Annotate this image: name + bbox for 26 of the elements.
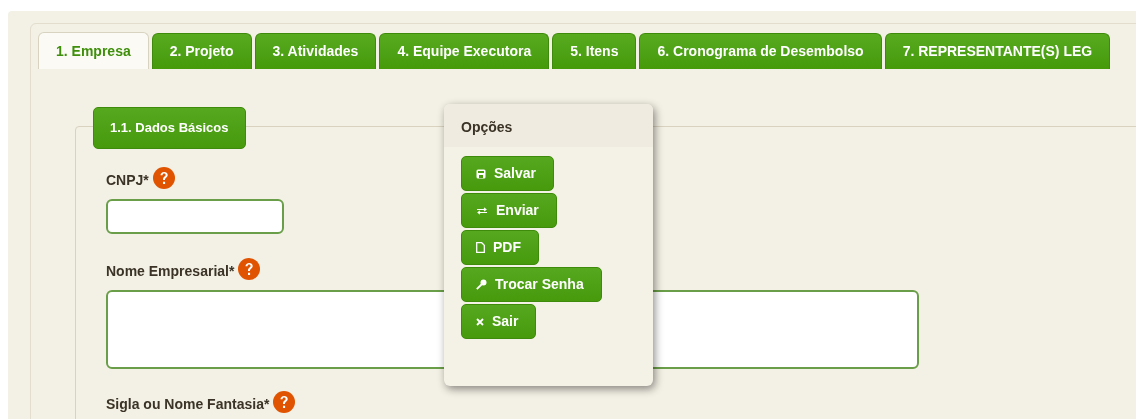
tab[interactable]: 5. Itens [552, 33, 637, 69]
menu-button[interactable]: PDF [461, 230, 539, 265]
help-icon[interactable] [273, 391, 296, 413]
menu-button[interactable]: Salvar [461, 156, 555, 191]
key-icon [476, 279, 487, 290]
save-icon [476, 168, 486, 179]
popup-title: Opções [461, 118, 513, 137]
field-label: Sigla ou Nome Fantasia* [106, 395, 270, 413]
tab[interactable]: 6. Cronograma de Desembolso [639, 33, 882, 69]
menu-button[interactable]: Sair [461, 304, 537, 339]
help-icon[interactable] [152, 167, 175, 189]
tab[interactable]: 2. Projeto [151, 33, 252, 69]
file-icon [476, 242, 485, 253]
tab[interactable]: 4. Equipe Executora [379, 33, 550, 69]
menu-button[interactable]: Enviar [461, 193, 557, 228]
tab[interactable]: 7. REPRESENTANTE(S) LEG [884, 33, 1111, 69]
input-field[interactable] [106, 199, 284, 234]
tab[interactable]: 3. Atividades [254, 33, 377, 69]
field-label: CNPJ* [106, 171, 149, 189]
help-icon[interactable] [238, 258, 261, 280]
menu-button[interactable]: Trocar Senha [461, 267, 602, 302]
field-label: Nome Empresarial* [106, 262, 235, 280]
close-icon [476, 317, 484, 326]
section-legend: 1.1. Dados Básicos [93, 107, 246, 149]
tab[interactable]: 1. Empresa [38, 32, 149, 69]
swap-arrows-icon [476, 206, 488, 215]
